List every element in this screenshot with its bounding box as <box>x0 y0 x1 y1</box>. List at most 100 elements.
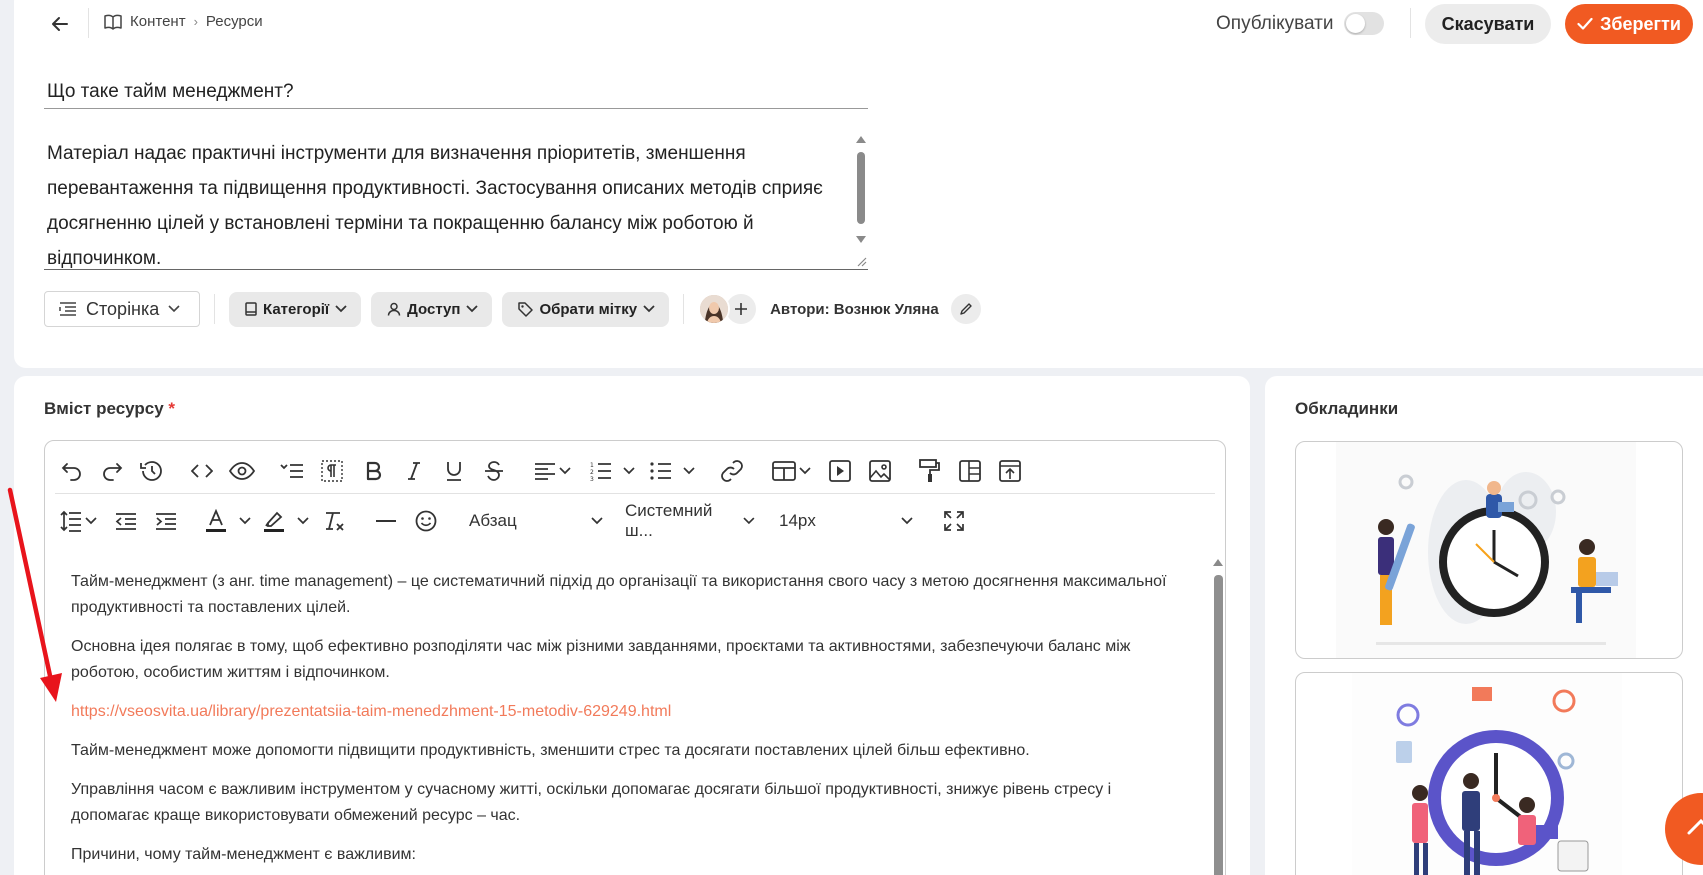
chevron-down-icon <box>84 517 97 525</box>
emoji-button[interactable] <box>411 504 441 538</box>
scroll-up-icon[interactable] <box>1213 559 1223 566</box>
editor-content-area[interactable]: Тайм-менеджмент (з анг. time management)… <box>45 545 1225 875</box>
layout-icon <box>959 460 981 482</box>
divider <box>1410 8 1411 38</box>
avatar[interactable] <box>698 293 731 325</box>
table-icon <box>771 461 796 481</box>
book-icon <box>104 14 122 30</box>
cover-option[interactable] <box>1295 441 1683 659</box>
scrollbar-thumb[interactable] <box>857 152 865 224</box>
resource-meta-toolbar: Сторінка Категорії Доступ Обрати мітку А… <box>44 291 981 327</box>
table-dropdown[interactable] <box>767 454 815 488</box>
scroll-down-icon[interactable] <box>856 236 866 243</box>
underline-button[interactable] <box>439 454 469 488</box>
templates-button[interactable] <box>955 454 985 488</box>
access-button[interactable]: Доступ <box>371 291 493 327</box>
text-color-dropdown[interactable] <box>203 504 251 538</box>
align-dropdown[interactable] <box>529 454 575 488</box>
history-icon <box>140 461 162 481</box>
underline-icon <box>447 462 461 481</box>
outdent-icon <box>115 513 136 530</box>
chevron-down-icon <box>682 467 695 475</box>
description-scrollbar[interactable] <box>854 130 868 268</box>
text-indent-icon <box>59 302 76 316</box>
publish-toggle[interactable] <box>1343 12 1384 35</box>
block-format-select[interactable]: Абзац <box>463 504 609 538</box>
font-family-select[interactable]: Системний ш... <box>619 501 761 540</box>
rich-text-editor: 123 Абзац Системний ш... 14px Тайм-менед… <box>44 440 1226 875</box>
title-input[interactable] <box>44 76 868 109</box>
cover-illustration-time <box>1352 673 1622 875</box>
bulleted-list-dropdown[interactable] <box>649 454 695 488</box>
horizontal-rule-button[interactable] <box>371 504 401 538</box>
content-section-label: Вміст ресурсу <box>44 399 164 418</box>
export-button[interactable] <box>995 454 1025 488</box>
tag-select-button[interactable]: Обрати мітку <box>502 291 670 327</box>
clear-formatting-button[interactable] <box>319 504 349 538</box>
insert-image-button[interactable] <box>865 454 895 488</box>
chevron-down-icon <box>643 305 655 313</box>
highlighter-icon <box>263 511 284 532</box>
page-type-select[interactable]: Сторінка <box>44 291 200 327</box>
scroll-up-icon[interactable] <box>856 136 866 143</box>
font-size-select[interactable]: 14px <box>773 504 919 538</box>
chevron-down-icon <box>591 517 603 525</box>
chevron-down-icon <box>296 517 309 525</box>
font-size-value: 14px <box>779 511 816 530</box>
chevron-down-icon <box>466 305 479 313</box>
cancel-button[interactable]: Скасувати <box>1425 4 1551 44</box>
add-author-button[interactable] <box>726 294 757 324</box>
tag-icon <box>518 301 534 317</box>
categories-button[interactable]: Категорії <box>229 291 362 327</box>
insert-link-button[interactable] <box>715 454 749 488</box>
numbered-list-dropdown[interactable]: 123 <box>589 454 635 488</box>
redo-button[interactable] <box>97 454 127 488</box>
font-family-value: Системний ш... <box>625 501 713 540</box>
insert-media-button[interactable] <box>825 454 855 488</box>
description-textarea[interactable]: Матеріал надає практичні інструменти для… <box>44 128 868 270</box>
line-height-list-button[interactable] <box>277 454 307 488</box>
indent-icon <box>156 513 176 530</box>
chevron-down-icon <box>558 467 571 475</box>
editor-scrollbar[interactable] <box>1211 553 1225 875</box>
resize-handle-icon[interactable] <box>855 255 867 267</box>
undo-icon <box>61 463 81 481</box>
indent-button[interactable] <box>151 504 181 538</box>
breadcrumb-item[interactable]: Ресурси <box>206 13 263 30</box>
fullscreen-button[interactable] <box>939 504 969 538</box>
chevron-down-icon <box>238 517 251 525</box>
highlight-color-dropdown[interactable] <box>261 504 309 538</box>
divider <box>214 294 215 324</box>
back-button[interactable] <box>46 10 74 38</box>
breadcrumb-separator: › <box>193 14 198 29</box>
italic-button[interactable] <box>399 454 429 488</box>
strikethrough-button[interactable] <box>479 454 509 488</box>
code-icon <box>191 464 213 478</box>
video-icon <box>829 460 851 482</box>
publish-label: Опублікувати <box>1216 12 1334 34</box>
clear-format-icon <box>326 512 344 531</box>
source-code-button[interactable] <box>187 454 217 488</box>
content-section-title: Вміст ресурсу * <box>44 399 175 419</box>
numbered-list-icon: 123 <box>590 462 611 481</box>
save-button[interactable]: Зберегти <box>1565 4 1693 44</box>
resource-link[interactable]: https://vseosvita.ua/library/prezentatsi… <box>71 699 1171 725</box>
bold-button[interactable] <box>359 454 389 488</box>
history-button[interactable] <box>135 454 167 488</box>
preview-button[interactable] <box>225 454 259 488</box>
user-icon <box>387 302 401 316</box>
format-painter-button[interactable] <box>915 454 945 488</box>
publish-control: Опублікувати <box>1216 12 1384 35</box>
access-label: Доступ <box>407 300 461 318</box>
show-blocks-button[interactable] <box>317 454 347 488</box>
scrollbar-thumb[interactable] <box>1214 575 1223 875</box>
chevron-down-icon <box>622 467 635 475</box>
redo-icon <box>103 463 123 481</box>
cover-option[interactable] <box>1295 672 1683 875</box>
outdent-button[interactable] <box>111 504 141 538</box>
edit-authors-button[interactable] <box>950 294 981 324</box>
breadcrumb-item[interactable]: Контент <box>130 13 186 30</box>
align-left-icon <box>534 463 555 480</box>
svg-text:3: 3 <box>590 476 594 481</box>
smile-icon <box>415 510 437 532</box>
